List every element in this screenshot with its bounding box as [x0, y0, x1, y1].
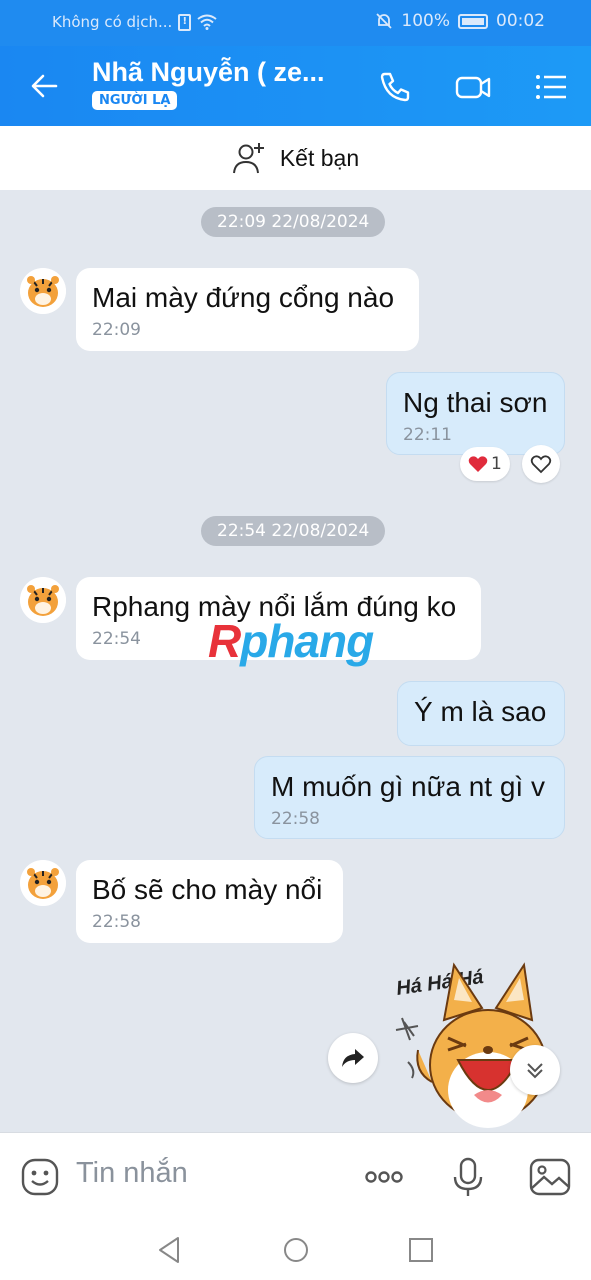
add-friend-label: Kết bạn [279, 144, 360, 171]
tiger-avatar-icon [20, 577, 66, 623]
message-bubble-outgoing[interactable]: Ng thai sơn 22:11 [386, 372, 565, 455]
back-arrow-icon[interactable] [26, 68, 62, 104]
message-bubble-incoming[interactable]: Bố sẽ cho mày nổi 22:58 [76, 860, 343, 943]
add-friend-button[interactable]: Kết bạn [0, 126, 591, 190]
emoji-icon[interactable] [18, 1155, 62, 1199]
scroll-down-button[interactable] [510, 1045, 560, 1095]
menu-list-icon[interactable] [532, 68, 570, 106]
video-call-icon[interactable] [454, 68, 492, 106]
date-divider: 22:54 22/08/2024 [201, 516, 386, 546]
mute-bell-icon [376, 13, 393, 29]
chevron-double-down-icon [527, 1063, 543, 1079]
message-text: M muốn gì nữa nt gì v [271, 771, 545, 802]
wifi-icon [197, 14, 217, 30]
avatar[interactable] [20, 860, 66, 906]
chat-header: Nhã Nguyễn ( ze... NGƯỜI LẠ [0, 46, 591, 126]
message-time: 22:09 [92, 320, 141, 340]
heart-outline-icon [530, 455, 552, 474]
system-nav-bar [0, 1220, 591, 1280]
avatar[interactable] [20, 577, 66, 623]
reaction-number: 1 [491, 454, 502, 474]
message-text: Ng thai sơn [403, 387, 548, 418]
nav-recents-icon[interactable] [405, 1234, 437, 1266]
tiger-avatar-icon [20, 268, 66, 314]
add-reaction-button[interactable] [522, 445, 560, 483]
reaction-count[interactable]: 1 [460, 447, 510, 481]
date-divider: 22:09 22/08/2024 [201, 207, 386, 237]
message-bubble-outgoing[interactable]: Ý m là sao [397, 681, 565, 746]
microphone-icon[interactable] [446, 1155, 490, 1199]
message-bubble-incoming[interactable]: Mai mày đứng cổng nào 22:09 [76, 268, 419, 351]
nav-home-icon[interactable] [280, 1234, 312, 1266]
carrier-text: Không có dịch... [52, 13, 173, 31]
message-time: 22:11 [403, 425, 452, 445]
phone-icon[interactable] [376, 68, 414, 106]
avatar[interactable] [20, 268, 66, 314]
tiger-avatar-icon [20, 860, 66, 906]
message-input-bar: Tin nhắn [0, 1132, 591, 1220]
heart-reaction-icon [468, 456, 488, 472]
contact-name[interactable]: Nhã Nguyễn ( ze... [92, 57, 325, 88]
message-time: 22:58 [92, 912, 141, 932]
battery-percent: 100% [401, 11, 450, 31]
message-text: Mai mày đứng cổng nào [92, 282, 395, 313]
message-bubble-outgoing[interactable]: M muốn gì nữa nt gì v 22:58 [254, 756, 565, 839]
battery-icon [458, 13, 488, 29]
message-text: Bố sẽ cho mày nổi [92, 874, 323, 905]
message-text: Ý m là sao [414, 696, 547, 727]
message-input[interactable]: Tin nhắn [76, 1157, 188, 1190]
nav-back-icon[interactable] [154, 1234, 186, 1266]
more-options-icon[interactable] [362, 1155, 406, 1199]
watermark-logo: Rphang [208, 615, 374, 667]
clock: 00:02 [496, 11, 545, 31]
sim-alert-icon: ! [178, 13, 192, 31]
stranger-badge: NGƯỜI LẠ [92, 91, 178, 110]
forward-button[interactable] [328, 1033, 378, 1083]
status-bar: Không có dịch... ! 100% 00:02 [0, 0, 591, 46]
add-user-icon [232, 143, 264, 174]
message-time: 22:58 [271, 809, 320, 829]
image-gallery-icon[interactable] [528, 1155, 572, 1199]
share-arrow-icon [342, 1049, 364, 1067]
